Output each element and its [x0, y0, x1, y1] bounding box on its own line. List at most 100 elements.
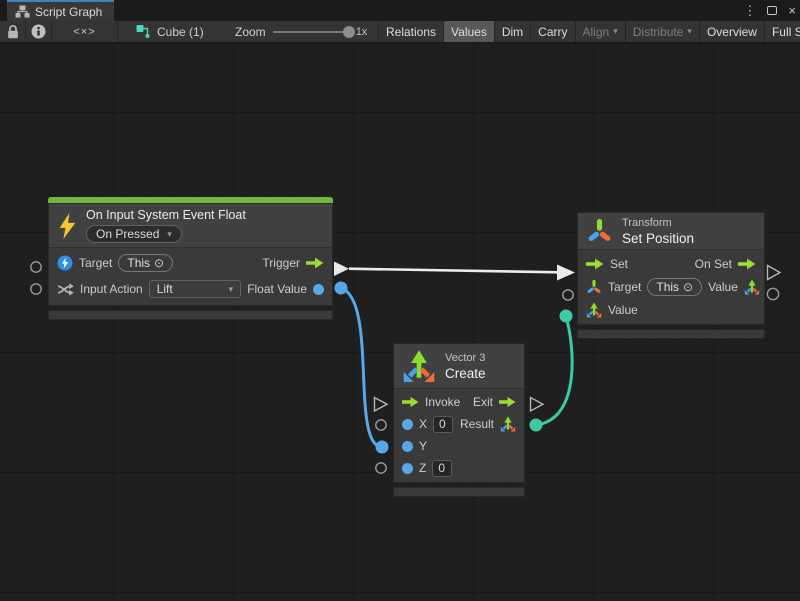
- event-node-footer: [48, 310, 333, 320]
- target-input-port[interactable]: [31, 262, 41, 272]
- z-label: Z: [419, 461, 426, 475]
- toolbar-buttons: Relations Values Dim Carry Align▾ Distri…: [378, 21, 800, 42]
- full-screen-button[interactable]: Full Screen: [764, 21, 800, 42]
- info-icon: [31, 24, 46, 39]
- event-node-header: On Input System Event Float On Pressed ▾: [48, 203, 333, 248]
- result-output-port[interactable]: [530, 419, 543, 432]
- target-label: Target: [79, 256, 112, 270]
- transform-target-row: Target This ⊙ Value: [578, 275, 764, 298]
- input-system-icon: [57, 255, 73, 271]
- node-on-input-system-event-float[interactable]: On Input System Event Float On Pressed ▾…: [48, 197, 333, 320]
- value-input-port[interactable]: [560, 310, 573, 323]
- vector3-node-header: Vector 3 Create: [393, 343, 525, 389]
- transform-value-out-label: Value: [708, 280, 738, 294]
- maximize-icon[interactable]: [767, 6, 777, 15]
- target-this-button[interactable]: This ⊙: [118, 254, 173, 272]
- z-pin-icon: [402, 463, 413, 474]
- input-action-row: Input Action Lift ▾ Float Value: [49, 276, 332, 302]
- lock-icon: [5, 24, 21, 40]
- flow-arrow-icon: [499, 396, 516, 408]
- z-value-field[interactable]: 0: [432, 460, 452, 477]
- vector3-icon: [586, 302, 602, 318]
- overview-button[interactable]: Overview: [699, 21, 764, 42]
- values-button[interactable]: Values: [443, 21, 494, 42]
- input-action-label: Input Action: [80, 282, 143, 296]
- set-row: Set On Set: [578, 252, 764, 275]
- invoke-input-port[interactable]: [375, 398, 388, 412]
- float-value-output-port[interactable]: [335, 282, 348, 295]
- distribute-button[interactable]: Distribute▾: [625, 21, 699, 42]
- align-button[interactable]: Align▾: [575, 21, 625, 42]
- chevron-down-icon: ▾: [229, 284, 234, 295]
- trigger-wire-arrowhead: [557, 265, 575, 281]
- vector3-icon: [500, 416, 516, 432]
- input-action-dropdown[interactable]: Lift ▾: [149, 280, 241, 298]
- transform-value-output-port[interactable]: [767, 288, 778, 299]
- transform-value-row: Value: [578, 298, 764, 321]
- x-input-port[interactable]: [376, 420, 386, 430]
- node-transform-set-position[interactable]: Transform Set Position Set On Set Target: [577, 212, 765, 339]
- y-label: Y: [419, 439, 427, 453]
- tab-bar: Script Graph ⋮ ×: [0, 0, 800, 21]
- x-value-field[interactable]: 0: [433, 416, 453, 433]
- node-vector3-create[interactable]: Vector 3 Create Invoke Exit X 0: [393, 343, 525, 497]
- exit-output-port[interactable]: [531, 398, 544, 412]
- graph-icon: [15, 5, 30, 18]
- transform-target-this-button[interactable]: This ⊙: [647, 278, 702, 296]
- trigger-label: Trigger: [262, 256, 300, 270]
- on-set-label: On Set: [695, 257, 732, 271]
- vector3-icon: [744, 279, 760, 295]
- zoom-value: 1x: [356, 26, 368, 38]
- graph-canvas[interactable]: On Input System Event Float On Pressed ▾…: [0, 43, 800, 601]
- zoom-slider-handle[interactable]: [343, 26, 355, 38]
- y-input-port[interactable]: [376, 441, 389, 454]
- carry-button[interactable]: Carry: [530, 21, 574, 42]
- flow-arrow-icon: [306, 257, 324, 269]
- transform-node-body: Set On Set Target This ⊙ Value: [577, 250, 765, 325]
- input-action-input-port[interactable]: [31, 284, 41, 294]
- result-label: Result: [460, 417, 494, 431]
- relations-button[interactable]: Relations: [378, 21, 443, 42]
- transform-category: Transform: [622, 217, 694, 229]
- vector3-node-footer: [393, 487, 525, 497]
- z-row: Z 0: [394, 457, 524, 479]
- chevron-down-icon: ▾: [613, 26, 618, 37]
- trigger-output-port[interactable]: [334, 262, 349, 277]
- zoom-slider[interactable]: [273, 31, 349, 33]
- dim-button[interactable]: Dim: [494, 21, 530, 42]
- event-mode-dropdown[interactable]: On Pressed ▾: [86, 225, 182, 243]
- transform-target-input-port[interactable]: [563, 290, 573, 300]
- transform-target-label: Target: [608, 280, 641, 294]
- transform-icon: [586, 279, 602, 295]
- trigger-wire: [349, 269, 560, 273]
- chevron-down-icon: ▾: [167, 229, 172, 240]
- breadcrumb-label: Cube (1): [157, 25, 204, 39]
- x-label: X: [419, 417, 427, 431]
- transform-node-footer: [577, 329, 765, 339]
- flow-arrow-icon: [586, 258, 604, 270]
- close-icon[interactable]: ×: [788, 0, 796, 21]
- zoom-label: Zoom: [235, 25, 266, 39]
- set-label: Set: [610, 257, 628, 271]
- tab-script-graph[interactable]: Script Graph: [7, 0, 114, 21]
- on-set-output-port[interactable]: [768, 266, 781, 280]
- breadcrumb[interactable]: Cube (1): [136, 21, 246, 42]
- y-row: Y: [394, 435, 524, 457]
- window-menu-icon[interactable]: ⋮: [743, 0, 756, 21]
- lock-button[interactable]: [0, 21, 26, 42]
- script-graph-window: Script Graph ⋮ × <×>: [0, 0, 800, 601]
- transform-icon: [586, 216, 613, 246]
- vector3-category: Vector 3: [445, 352, 486, 364]
- target-picker-icon: ⊙: [683, 280, 693, 294]
- tab-label: Script Graph: [35, 5, 102, 19]
- code-view-button[interactable]: <×>: [52, 21, 118, 42]
- target-row: Target This ⊙ Trigger: [49, 250, 332, 276]
- flow-arrow-icon: [402, 396, 419, 408]
- x-row: X 0 Result: [394, 413, 524, 435]
- result-wire: [536, 317, 572, 425]
- invoke-row: Invoke Exit: [394, 391, 524, 413]
- info-button[interactable]: [26, 21, 52, 42]
- z-input-port[interactable]: [376, 463, 386, 473]
- input-action-icon: [57, 282, 74, 297]
- window-controls: ⋮ ×: [743, 0, 796, 21]
